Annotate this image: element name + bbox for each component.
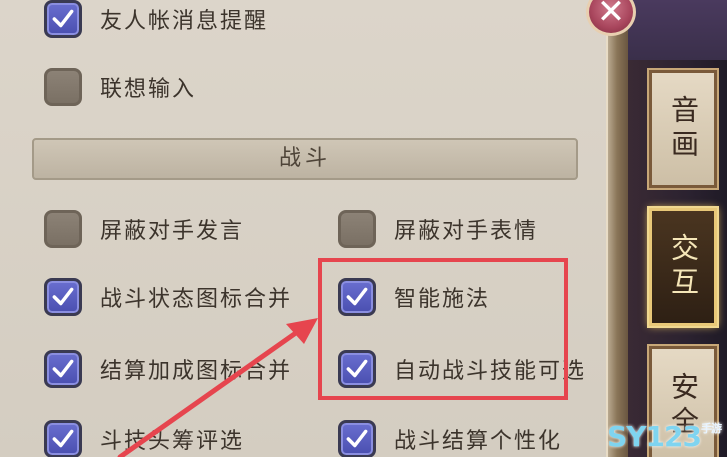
watermark-logo: SY123手游 bbox=[607, 420, 722, 453]
watermark-main: SY123 bbox=[607, 420, 702, 453]
annotation-arrow-icon bbox=[117, 318, 318, 457]
watermark-small: 手游 bbox=[701, 422, 722, 435]
